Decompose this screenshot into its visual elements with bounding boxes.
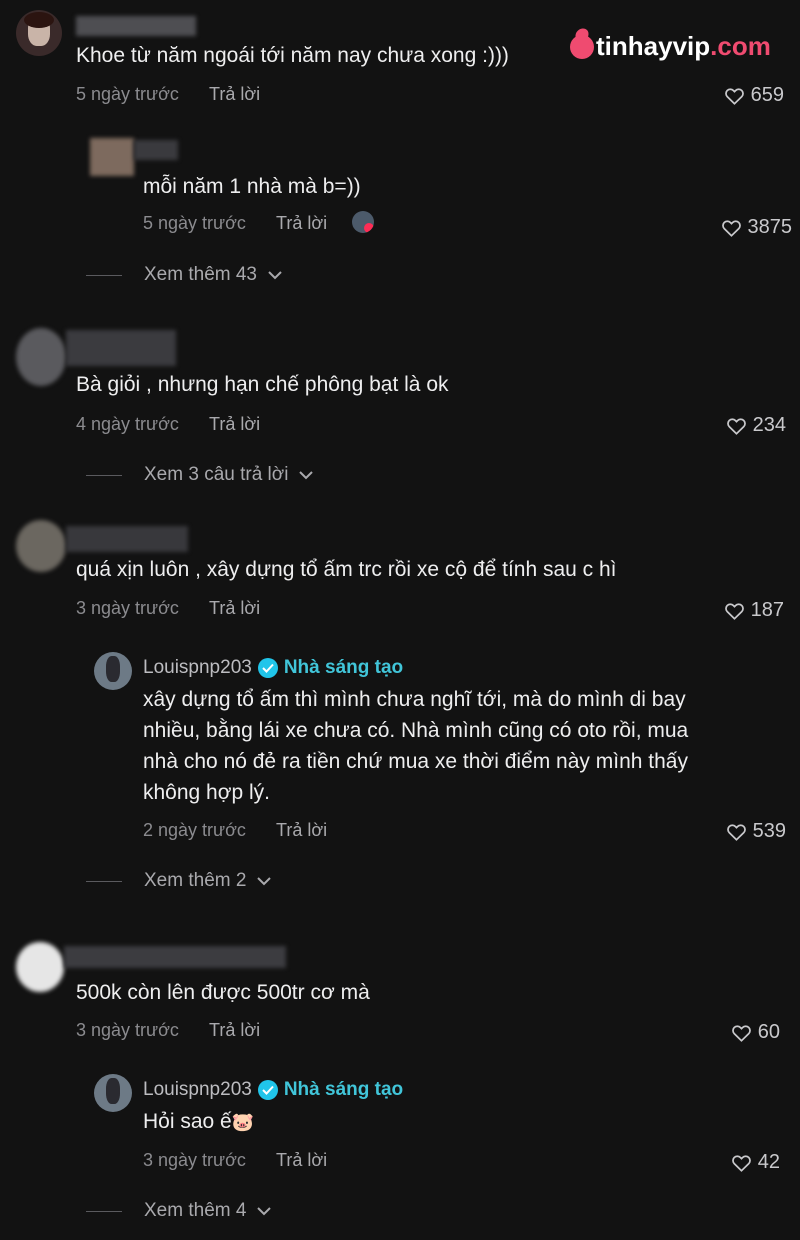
view-more-label: Xem thêm 2 (144, 870, 247, 891)
username-redacted (66, 330, 176, 366)
reply-text-row: Hỏi sao ế🐷 (143, 1110, 254, 1134)
like-button[interactable]: 659 (724, 84, 784, 107)
watermark-domain: .com (710, 31, 771, 61)
chevron-down-icon (299, 471, 314, 480)
chevron-down-icon (257, 877, 272, 886)
avatar[interactable] (16, 520, 66, 572)
creator-avatar[interactable] (94, 1074, 132, 1112)
reply-button[interactable]: Trả lời (209, 1020, 260, 1041)
reply-button[interactable]: Trả lời (209, 84, 260, 105)
watermark-logo: tinhayvip .com (570, 31, 771, 62)
like-button[interactable]: 539 (726, 820, 786, 843)
reply-button[interactable]: Trả lời (276, 820, 327, 841)
creator-badge: Nhà sáng tạo (283, 657, 404, 678)
reply-text: xây dựng tổ ấm thì mình chưa nghĩ tới, m… (143, 688, 689, 804)
comment-time: 4 ngày trước (76, 414, 179, 434)
divider (86, 1210, 122, 1212)
avatar[interactable] (16, 10, 62, 56)
heart-icon (724, 88, 744, 105)
comment-text: Bà giỏi , nhưng hạn chế phông bạt là ok (76, 373, 449, 396)
divider (86, 274, 122, 276)
avatar[interactable] (90, 138, 134, 176)
like-button[interactable]: 42 (731, 1151, 780, 1174)
divider (86, 880, 122, 882)
avatar[interactable] (16, 328, 66, 386)
comment-time: 3 ngày trước (76, 1020, 179, 1040)
comment-text: 500k còn lên được 500tr cơ mà (76, 981, 370, 1004)
like-button[interactable]: 60 (731, 1021, 780, 1044)
username-redacted (66, 526, 188, 552)
heart-icon (731, 1025, 751, 1042)
username-redacted (134, 140, 178, 160)
verified-badge-icon (257, 1080, 278, 1100)
reply-time: 2 ngày trước (143, 820, 246, 840)
avatar[interactable] (16, 942, 64, 992)
view-more-replies[interactable]: Xem thêm 2 (86, 870, 272, 892)
like-count: 234 (752, 414, 786, 436)
like-count: 659 (750, 84, 784, 106)
view-more-replies[interactable]: Xem thêm 4 (86, 1200, 272, 1222)
pig-emoji-icon: 🐷 (231, 1112, 255, 1132)
divider (86, 474, 122, 476)
reply-text: mỗi năm 1 nhà mà b=)) (143, 175, 361, 198)
chevron-down-icon (257, 1207, 272, 1216)
view-more-replies[interactable]: Xem 3 câu trả lời (86, 464, 314, 486)
comment-time: 5 ngày trước (76, 84, 179, 104)
reply-text: Hỏi sao ế (143, 1110, 232, 1133)
reply-button[interactable]: Trả lời (276, 1150, 327, 1171)
reply-username-row[interactable]: Louispnp203 Nhà sáng tạo (143, 1079, 403, 1101)
reply-button[interactable]: Trả lời (276, 213, 327, 234)
heart-icon (721, 220, 741, 237)
like-count: 60 (757, 1021, 780, 1043)
like-button[interactable]: 234 (726, 414, 786, 437)
heart-icon (726, 824, 746, 841)
reply-username-row[interactable]: Louispnp203 Nhà sáng tạo (143, 657, 403, 679)
comment-time: 3 ngày trước (76, 598, 179, 618)
username-redacted (76, 16, 196, 36)
heart-icon (726, 418, 746, 435)
like-count: 187 (750, 599, 784, 621)
chevron-down-icon (268, 271, 282, 280)
like-count: 3875 (747, 216, 793, 238)
username[interactable]: Louispnp203 (143, 657, 252, 679)
username[interactable]: Louispnp203 (143, 1079, 252, 1101)
location-pin-icon (570, 34, 594, 59)
reply-time: 3 ngày trước (143, 1150, 246, 1170)
like-button[interactable]: 187 (724, 599, 784, 622)
heart-icon (731, 1155, 751, 1172)
reply-button[interactable]: Trả lời (209, 598, 260, 619)
like-count: 539 (752, 820, 786, 842)
like-count: 42 (757, 1151, 780, 1173)
comment-text: Khoe từ năm ngoái tới năm nay chưa xong … (76, 44, 509, 67)
creator-badge: Nhà sáng tạo (283, 1079, 404, 1100)
comment-text: quá xịn luôn , xây dựng tổ ấm trc rồi xe… (76, 558, 617, 581)
reply-button[interactable]: Trả lời (209, 414, 260, 435)
reply-time: 5 ngày trước (143, 213, 246, 233)
view-more-label: Xem 3 câu trả lời (144, 464, 289, 485)
view-more-label: Xem thêm 4 (144, 1200, 247, 1221)
creator-avatar[interactable] (94, 652, 132, 690)
watermark-brand: tinhayvip (596, 31, 711, 61)
verified-badge-icon (257, 658, 278, 678)
like-button[interactable]: 3875 (721, 216, 793, 239)
view-more-replies[interactable]: Xem thêm 43 (86, 264, 283, 286)
creator-liked-avatar (352, 211, 374, 233)
view-more-label: Xem thêm 43 (144, 264, 257, 285)
heart-icon (724, 603, 744, 620)
username-redacted (64, 946, 286, 968)
